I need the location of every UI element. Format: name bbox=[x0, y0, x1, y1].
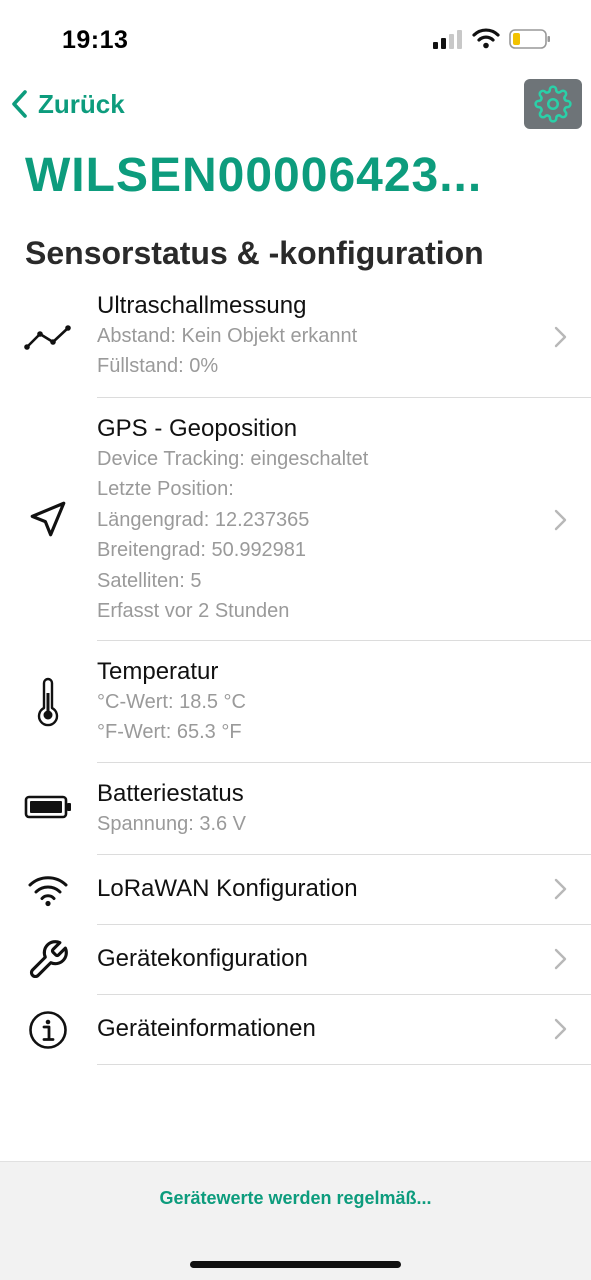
row-title: Gerätekonfiguration bbox=[97, 945, 308, 972]
list-item-temperatur: Temperatur °C-Wert: 18.5 °C °F-Wert: 65.… bbox=[0, 641, 591, 763]
row-title: Ultraschallmessung bbox=[97, 292, 307, 319]
row-detail: °F-Wert: 65.3 °F bbox=[97, 721, 242, 744]
footer: Gerätewerte werden regelmäß... bbox=[0, 1161, 591, 1280]
row-detail: Spannung: 3.6 V bbox=[97, 813, 247, 835]
battery-status-icon bbox=[509, 29, 550, 49]
row-detail: Füllstand: 0% bbox=[97, 355, 219, 378]
thermometer-icon bbox=[22, 677, 74, 727]
row-detail: Erfasst vor 2 Stunden bbox=[97, 600, 290, 623]
wrench-icon bbox=[22, 937, 74, 983]
cellular-signal-icon bbox=[433, 30, 462, 49]
row-detail: Längengrad: 12.237365 bbox=[97, 508, 310, 531]
section-title: Sensorstatus & -konfiguration bbox=[25, 235, 484, 271]
device-title: WILSEN00006423... bbox=[25, 149, 483, 202]
row-divider bbox=[97, 1064, 591, 1065]
row-title: Batteriestatus bbox=[97, 780, 244, 807]
row-title: Geräteinformationen bbox=[97, 1015, 316, 1042]
wifi-status-icon bbox=[472, 28, 500, 49]
list-item-gps-geoposition[interactable]: GPS - Geoposition Device Tracking: einge… bbox=[0, 398, 591, 641]
list-item-ultraschallmessung[interactable]: Ultraschallmessung Abstand: Kein Objekt … bbox=[0, 285, 591, 398]
chevron-right-icon bbox=[554, 1018, 567, 1040]
battery-icon bbox=[22, 793, 74, 821]
row-detail: Abstand: Kein Objekt erkannt bbox=[97, 325, 358, 347]
row-title: LoRaWAN Konfiguration bbox=[97, 875, 358, 902]
row-detail: °C-Wert: 18.5 °C bbox=[97, 691, 246, 713]
back-button[interactable]: Zurück bbox=[10, 86, 125, 122]
chevron-right-icon bbox=[554, 948, 567, 970]
home-indicator[interactable] bbox=[190, 1261, 401, 1268]
line-chart-icon bbox=[22, 320, 74, 354]
row-title: GPS - Geoposition bbox=[97, 415, 298, 442]
footer-text[interactable]: Gerätewerte werden regelmäß... bbox=[0, 1188, 591, 1209]
settings-button[interactable] bbox=[524, 79, 582, 129]
list-item-batteriestatus: Batteriestatus Spannung: 3.6 V bbox=[0, 763, 591, 855]
wifi-icon bbox=[22, 872, 74, 908]
list-item-geraeteinformationen[interactable]: Geräteinformationen bbox=[0, 995, 591, 1065]
list-item-lorawan-konfiguration[interactable]: LoRaWAN Konfiguration bbox=[0, 855, 591, 925]
row-detail: Breitengrad: 50.992981 bbox=[97, 539, 307, 562]
list-item-geraetekonfiguration[interactable]: Gerätekonfiguration bbox=[0, 925, 591, 995]
status-time: 19:13 bbox=[62, 26, 129, 54]
back-label: Zurück bbox=[38, 88, 125, 119]
location-arrow-icon bbox=[22, 497, 74, 541]
chevron-right-icon bbox=[554, 878, 567, 900]
sensor-list: Ultraschallmessung Abstand: Kein Objekt … bbox=[0, 285, 591, 1065]
row-detail: Device Tracking: eingeschaltet bbox=[97, 448, 369, 470]
row-title: Temperatur bbox=[97, 658, 219, 685]
row-detail: Satelliten: 5 bbox=[97, 569, 202, 592]
info-icon bbox=[22, 1009, 74, 1051]
chevron-right-icon bbox=[554, 509, 567, 531]
status-bar: 19:13 bbox=[0, 0, 591, 78]
chevron-left-icon bbox=[12, 90, 27, 118]
gear-icon bbox=[534, 85, 572, 123]
chevron-right-icon bbox=[554, 326, 567, 348]
row-detail: Letzte Position: bbox=[97, 478, 234, 501]
